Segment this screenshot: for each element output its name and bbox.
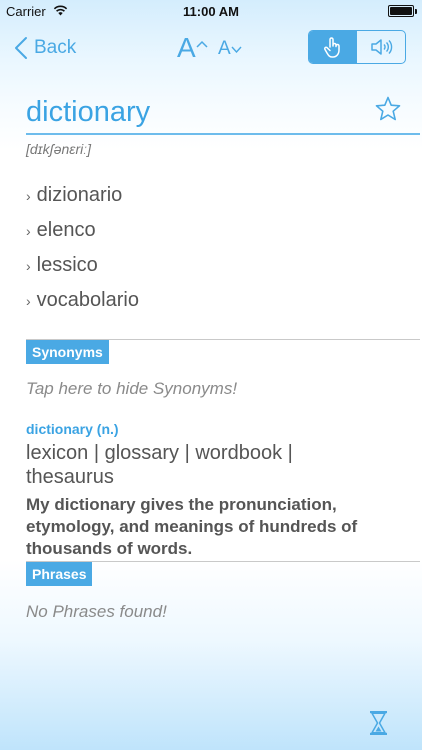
headword: dictionary xyxy=(26,96,151,128)
dictionary-screen: Carrier 11:00 AM Back A A dictionary [dɪ… xyxy=(0,0,422,750)
back-label: Back xyxy=(34,37,77,58)
headword-underline xyxy=(26,133,420,135)
translation-text: vocabolario xyxy=(36,289,139,311)
translation-item[interactable]: › vocabolario xyxy=(26,283,139,318)
translation-text: elenco xyxy=(36,219,96,241)
example-sentence: My dictionary gives the pronunciation, e… xyxy=(26,495,358,558)
hand-touch-icon xyxy=(324,37,340,58)
part-of-speech-label: dictionary (n.) xyxy=(26,421,119,437)
chevron-right-icon: › xyxy=(26,257,31,274)
status-bar: Carrier 11:00 AM xyxy=(0,0,422,22)
back-chevron-icon xyxy=(15,37,27,59)
phrases-hint: No Phrases found! xyxy=(26,602,167,621)
chevron-right-icon: › xyxy=(26,292,31,309)
translation-text: lessico xyxy=(36,254,98,276)
synonyms-list: lexicon | glossary | wordbook | thesauru… xyxy=(26,442,293,488)
phrases-tag[interactable]: Phrases xyxy=(26,562,93,586)
synonyms-hint[interactable]: Tap here to hide Synonyms! xyxy=(26,379,237,399)
phonetic-transcription: [dɪkʃənɛriː] xyxy=(26,141,92,157)
chevron-right-icon: › xyxy=(26,187,31,204)
chevron-right-icon: › xyxy=(26,222,31,239)
translation-text: dizionario xyxy=(36,184,123,206)
font-decrease-icon xyxy=(231,46,242,53)
touch-mode-segment[interactable] xyxy=(309,31,357,63)
audio-mode-segment[interactable] xyxy=(357,31,405,63)
font-increase-button[interactable]: A xyxy=(177,32,211,63)
status-time: 11:00 AM xyxy=(183,4,239,19)
translation-item[interactable]: › dizionario xyxy=(26,178,139,213)
hourglass-icon[interactable] xyxy=(369,710,388,736)
translation-list: › dizionario › elenco › lessico › vocabolari… xyxy=(26,178,139,318)
translation-item[interactable]: › elenco xyxy=(26,213,139,248)
font-increase-letter: A xyxy=(177,32,196,63)
mode-segmented-control xyxy=(308,30,406,64)
font-decrease-letter: A xyxy=(218,38,231,59)
navigation-bar: Back A A xyxy=(0,22,422,74)
star-icon[interactable] xyxy=(374,95,402,123)
font-increase-icon xyxy=(196,40,208,48)
battery-icon xyxy=(388,5,417,17)
font-decrease-button[interactable]: A xyxy=(218,38,246,60)
back-button[interactable]: Back xyxy=(14,34,76,62)
translation-item[interactable]: › lessico xyxy=(26,248,139,283)
synonyms-tag[interactable]: Synonyms xyxy=(26,340,109,364)
speaker-icon xyxy=(371,39,393,55)
